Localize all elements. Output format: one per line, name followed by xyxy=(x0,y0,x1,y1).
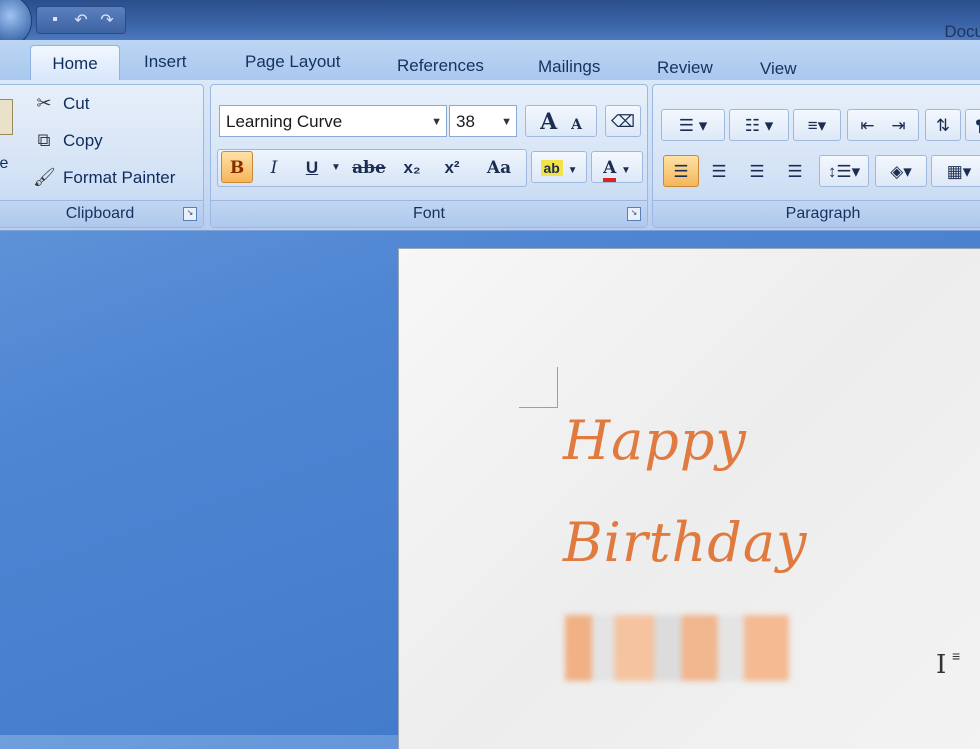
numbered-list-icon: ☷ ▾ xyxy=(744,116,774,135)
chevron-down-icon[interactable]: ▼ xyxy=(431,106,442,138)
highlight-color-button[interactable]: ab ▼ xyxy=(531,151,587,183)
line-spacing-button[interactable]: ↕☰▾ xyxy=(819,155,869,187)
undo-icon[interactable]: ↶ xyxy=(71,10,91,30)
show-hide-button[interactable]: ¶ xyxy=(965,109,980,141)
bullet-list-icon: ☰ ▾ xyxy=(678,116,708,135)
tab-references[interactable]: References xyxy=(397,56,484,76)
font-dialog-launcher[interactable]: ↘ xyxy=(627,207,641,221)
shrink-font-button[interactable]: A xyxy=(571,117,582,133)
sort-icon: ⇅ xyxy=(935,116,951,135)
title-bar: ▪ ↶ ↷ Docu xyxy=(0,0,980,48)
decrease-indent-icon[interactable]: ⇤ xyxy=(860,116,874,135)
clear-formatting-button[interactable]: ⌫ xyxy=(605,105,641,137)
sort-button[interactable]: ⇅ xyxy=(925,109,961,141)
save-icon[interactable]: ▪ xyxy=(45,11,65,29)
window-title: Docu xyxy=(944,22,980,41)
format-painter-button[interactable]: 🖌 Format Painter xyxy=(33,167,175,188)
redo-icon[interactable]: ↷ xyxy=(97,10,117,30)
align-center-icon: ☰ xyxy=(711,162,727,181)
paragraph-group: ☰ ▾ ☷ ▾ ≡▾ ⇤ ⇥ ⇅ ¶ ☰ ☰ ☰ ☰ ↕☰▾ ◈▾ ▦▾ Par… xyxy=(652,84,980,228)
tab-review[interactable]: Review xyxy=(657,58,713,78)
borders-icon: ▦▾ xyxy=(946,162,972,181)
tab-view[interactable]: View xyxy=(760,59,797,79)
chevron-down-icon: ▼ xyxy=(621,165,631,176)
grow-shrink-font-buttons: A A xyxy=(525,105,597,137)
quick-access-toolbar: ▪ ↶ ↷ xyxy=(36,6,126,34)
clipboard-group-label: Clipboard xyxy=(0,200,203,227)
highlighter-icon: ab xyxy=(540,160,563,176)
grow-font-button[interactable]: A xyxy=(540,109,557,135)
multilevel-list-icon: ≡▾ xyxy=(807,116,827,135)
paint-bucket-icon: ◈▾ xyxy=(890,162,912,181)
scissors-icon: ✂ xyxy=(36,93,52,113)
borders-button[interactable]: ▦▾ xyxy=(931,155,980,187)
bold-button[interactable]: B xyxy=(221,151,253,183)
paragraph-group-label: Paragraph xyxy=(653,200,980,227)
document-page[interactable]: Happy Birthday xyxy=(398,248,980,749)
clipboard-dialog-launcher[interactable]: ↘ xyxy=(183,207,197,221)
bullets-button[interactable]: ☰ ▾ xyxy=(661,109,725,141)
document-text-line-2[interactable]: Birthday xyxy=(563,511,808,574)
strikethrough-button[interactable]: abe xyxy=(347,151,391,183)
font-size-combo[interactable]: 38 ▼ xyxy=(449,105,517,137)
paste-button-label[interactable]: te xyxy=(0,155,8,173)
chevron-down-icon[interactable]: ▼ xyxy=(501,106,512,138)
paste-icon[interactable] xyxy=(0,99,13,135)
clipboard-group: te ✂ Cut ⧉ Copy 🖌 Format Painter Clipboa… xyxy=(0,84,204,228)
align-left-icon: ☰ xyxy=(673,162,689,181)
italic-button[interactable]: I xyxy=(259,151,289,183)
eraser-icon: ⌫ xyxy=(610,112,636,131)
click-and-type-icon: ≡ xyxy=(952,648,961,664)
chevron-down-icon[interactable]: ▼ xyxy=(329,151,343,183)
align-center-button[interactable]: ☰ xyxy=(701,155,737,187)
align-right-icon: ☰ xyxy=(749,162,765,181)
superscript-button[interactable]: x² xyxy=(435,151,469,183)
multilevel-list-button[interactable]: ≡▾ xyxy=(793,109,841,141)
ribbon: te ✂ Cut ⧉ Copy 🖌 Format Painter Clipboa… xyxy=(0,80,980,231)
line-spacing-icon: ↕☰▾ xyxy=(827,162,861,181)
change-case-button[interactable]: Aa xyxy=(475,151,523,183)
cut-button[interactable]: ✂ Cut xyxy=(33,93,89,114)
align-left-button[interactable]: ☰ xyxy=(663,155,699,187)
ribbon-tabs: Home Insert Page Layout References Maili… xyxy=(0,40,980,81)
shading-button[interactable]: ◈▾ xyxy=(875,155,927,187)
align-right-button[interactable]: ☰ xyxy=(739,155,775,187)
margin-corner-mark xyxy=(519,367,558,408)
justify-button[interactable]: ☰ xyxy=(777,155,813,187)
increase-indent-icon[interactable]: ⇥ xyxy=(891,116,905,135)
paintbrush-icon: 🖌 xyxy=(33,167,56,187)
font-group-label: Font xyxy=(211,200,647,227)
font-group: Learning Curve ▼ 38 ▼ A A ⌫ B I U ▼ abe … xyxy=(210,84,648,228)
underline-button[interactable]: U xyxy=(297,151,327,183)
font-color-icon: A xyxy=(603,158,617,182)
tab-home[interactable]: Home xyxy=(30,45,120,81)
tab-insert[interactable]: Insert xyxy=(144,52,187,72)
tab-mailings[interactable]: Mailings xyxy=(538,57,600,77)
copy-icon: ⧉ xyxy=(37,130,51,150)
justify-icon: ☰ xyxy=(787,162,803,181)
font-color-button[interactable]: A ▼ xyxy=(591,151,643,183)
tab-page-layout[interactable]: Page Layout xyxy=(245,52,340,72)
subscript-button[interactable]: x₂ xyxy=(395,151,429,183)
numbering-button[interactable]: ☷ ▾ xyxy=(729,109,789,141)
copy-button[interactable]: ⧉ Copy xyxy=(33,130,103,151)
pilcrow-icon: ¶ xyxy=(975,116,980,135)
indent-buttons: ⇤ ⇥ xyxy=(847,109,919,141)
document-text-line-1[interactable]: Happy xyxy=(563,409,747,472)
ibeam-cursor-icon: I xyxy=(936,650,947,680)
chevron-down-icon: ▼ xyxy=(567,165,578,176)
font-name-combo[interactable]: Learning Curve ▼ xyxy=(219,105,447,137)
blurred-name-text xyxy=(565,615,789,681)
